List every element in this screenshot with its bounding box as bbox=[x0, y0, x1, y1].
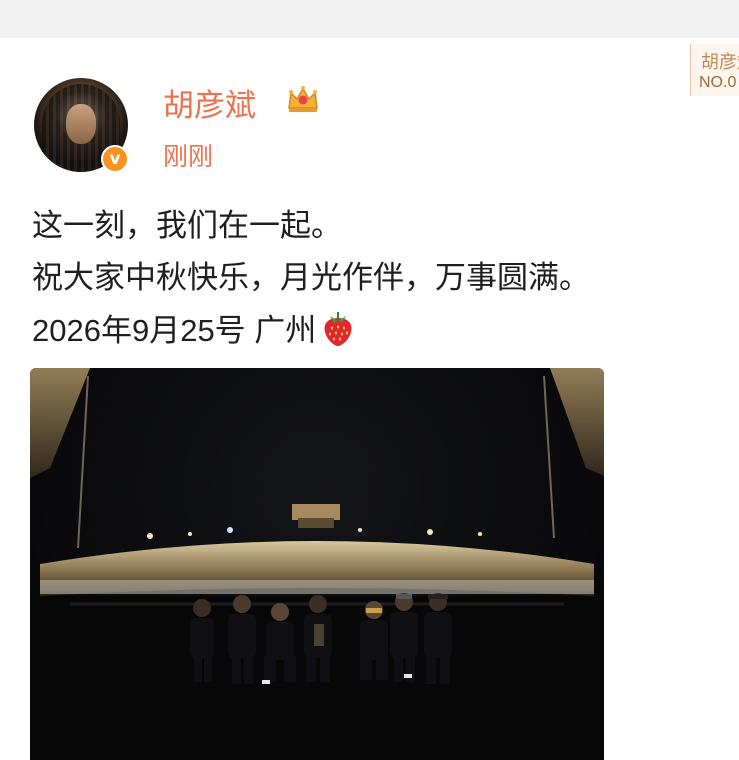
verified-icon: v bbox=[101, 145, 129, 173]
crown-icon[interactable] bbox=[286, 84, 320, 114]
ranking-badge[interactable]: 胡彦斌 NO.0 bbox=[690, 44, 739, 96]
post-timestamp[interactable]: 刚刚 bbox=[163, 137, 213, 173]
badge-rank: NO.0 bbox=[699, 74, 737, 91]
top-bar bbox=[0, 0, 739, 38]
strawberry-icon bbox=[324, 311, 352, 346]
right-truss bbox=[550, 368, 604, 476]
distant-screen bbox=[292, 504, 340, 520]
post-text-line-3: 2026年9月25号 广州 bbox=[32, 305, 358, 350]
post-text-line-1: 这一刻，我们在一起。 bbox=[32, 208, 342, 244]
post-text-line-2: 祝大家中秋快乐，月光作伴，万事圆满。 bbox=[32, 260, 590, 296]
post-date-location: 2026年9月25号 广州 bbox=[32, 313, 317, 348]
username[interactable]: 胡彦斌 bbox=[163, 80, 256, 125]
concert-stage-photo bbox=[30, 368, 604, 760]
badge-name: 胡彦斌 bbox=[701, 52, 739, 73]
left-truss bbox=[30, 368, 90, 478]
post-photo[interactable] bbox=[30, 368, 604, 760]
avatar-face bbox=[66, 104, 96, 144]
barrier bbox=[40, 580, 594, 594]
